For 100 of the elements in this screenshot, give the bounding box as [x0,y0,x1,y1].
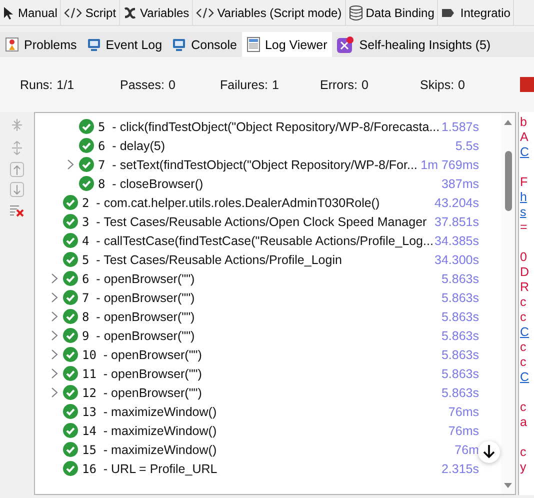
toolbar-button[interactable]: Script [61,0,120,25]
duration: 5.5s [455,138,479,152]
stack-link[interactable]: C [520,370,530,385]
stat-label: Skips: [420,78,454,92]
scroll-up-icon[interactable] [503,118,513,126]
collapse-all-icon [11,141,23,155]
tree-item[interactable]: 6 - delay(5) [98,138,456,152]
scroll-down-icon[interactable] [503,482,513,490]
duration: 76m [454,442,479,456]
stat-value: 1/1 [56,78,74,92]
arrow-down-icon [13,184,21,194]
next-failure-button[interactable] [10,182,24,197]
tree-item[interactable]: 3 - Test Cases/Reusable Actions/Open Clock Speed Manager [82,214,435,228]
clear-list-icon [10,205,24,217]
scroll-to-bottom-button[interactable] [478,441,500,463]
tree-item[interactable]: 10 - openBrowser("") [82,348,442,362]
stat-label: Passes: [120,78,164,92]
previous-failure-button[interactable] [10,162,24,177]
duration: 5.863s [441,272,479,286]
chevron-icon[interactable] [50,311,58,322]
chevron-icon[interactable] [50,292,58,303]
error-text: 0 [520,250,528,265]
tree-item[interactable]: 7 - setText(findTestObject("Object Repository/WP-8/For... [98,158,421,172]
chevron-icon[interactable] [50,349,58,360]
chevron-icon[interactable] [50,273,58,284]
duration: 387ms [441,176,479,190]
stat-value: 1 [272,78,279,92]
arrow-up-icon [13,164,21,174]
error-text: A [520,130,530,145]
duration: 1.587s [441,120,479,134]
expand-all-icon [11,118,23,132]
stack-link[interactable]: C [520,145,530,160]
tab[interactable]: Log Viewer [242,32,332,57]
healing-icon [337,36,354,53]
error-text: D [520,265,530,280]
stack-link[interactable]: h [520,190,530,205]
toolbar-button[interactable]: Variables (Script mode) [193,0,346,25]
cursor-icon [3,6,15,20]
variable-icon [123,6,138,20]
tree-item[interactable]: 16 - URL = Profile_URL [82,462,442,476]
duration: 37.851s [434,214,479,228]
toolbar-button[interactable]: Variables [120,0,194,25]
error-text: R [520,280,530,295]
scroll-thumb[interactable] [504,151,512,211]
error-text: c [520,445,528,460]
stack-link[interactable]: C [520,325,530,340]
tree-item[interactable]: 2 - com.cat.helper.utils.roles.DealerAdminT030Role() [82,196,435,210]
tree-item[interactable]: 7 - openBrowser("") [82,290,442,304]
stat-value: 0 [458,78,465,92]
chevron-icon[interactable] [66,159,74,170]
duration: 5.863s [441,348,479,362]
duration: 76ms [448,404,479,418]
scrollbar[interactable] [501,113,515,494]
error-text: b [520,115,528,130]
duration: 2.315s [441,462,479,476]
stat-value: 0 [362,78,368,92]
monitor-icon [172,38,186,52]
tree-item[interactable]: 14 - maximizeWindow() [82,424,448,438]
database-icon [348,4,363,20]
tree-item[interactable]: 13 - maximizeWindow() [82,404,448,418]
error-text: c [520,400,528,415]
stat-label: Errors: [320,78,358,92]
tree-item[interactable]: 12 - openBrowser("") [82,386,442,400]
log-icon [246,37,260,52]
tree-item[interactable]: 9 - openBrowser("") [82,328,442,342]
toolbar-button[interactable]: Integratio [438,0,514,25]
error-text: F [520,175,529,190]
stat-value: 0 [168,78,176,92]
tree-item[interactable]: 8 - openBrowser("") [82,310,442,324]
error-text: c [520,295,528,310]
problems-icon [5,37,19,52]
code-icon [64,6,82,18]
chevron-icon[interactable] [50,330,58,341]
error-text: c [520,355,528,370]
code-icon [196,6,214,18]
duration: 1m 769ms [420,158,479,172]
error-text: c [520,340,528,355]
duration: 76ms [448,424,479,438]
tree-item[interactable]: 4 - callTestCase(findTestCase("Reusable Actions/Profile_Log... [82,234,435,248]
monitor-icon [86,38,101,52]
duration: 34.385s [434,234,479,248]
tree-item[interactable]: 15 - maximizeWindow() [82,442,455,456]
duration: 5.863s [441,366,479,380]
tree-item[interactable]: 8 - closeBrowser() [98,176,442,190]
tree-item[interactable]: 11 - openBrowser("") [82,366,442,380]
tree-item[interactable]: 5 - click(findTestObject("Object Repository/WP-8/Forecasta... [98,120,442,134]
tree-item[interactable]: 6 - openBrowser("") [82,272,442,286]
duration: 5.863s [441,310,479,324]
tree-item[interactable]: 5 - Test Cases/Reusable Actions/Profile_Login [82,252,435,266]
toolbar-button[interactable]: Data Binding [346,0,438,25]
chevron-icon[interactable] [50,387,58,398]
stack-link[interactable]: s [520,205,530,220]
toolbar-button[interactable]: Manual [0,0,62,25]
error-text: y [520,460,528,475]
error-text: = [520,220,528,235]
arrow-down-icon [483,445,495,459]
duration: 5.863s [441,290,479,304]
chevron-icon[interactable] [50,368,58,379]
error-text: a [520,415,528,430]
duration: 34.300s [434,252,479,266]
